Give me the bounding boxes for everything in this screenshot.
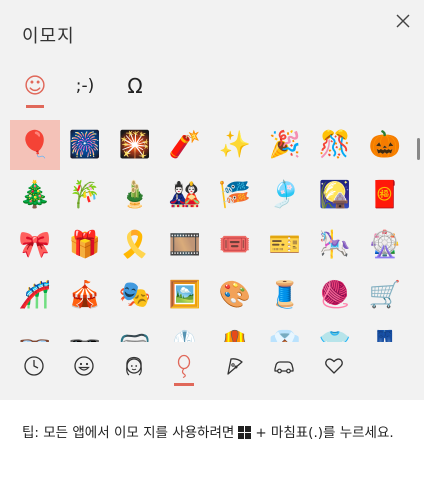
tip-text: 팁: 모든 앱에서 이모 지를 사용하려면 + 마침표(.)를 누르세요. <box>22 422 402 446</box>
emoji-cell[interactable]: 🎆 <box>60 120 110 170</box>
emoji-cell[interactable]: 🥽 <box>110 320 160 342</box>
tab-symbols[interactable]: Ω <box>115 62 155 110</box>
heart-icon <box>325 358 343 374</box>
scrollbar[interactable] <box>417 138 420 160</box>
emoji-cell[interactable]: 🧧 <box>360 170 410 220</box>
emoji-cell[interactable]: 👓 <box>10 320 60 342</box>
emoji-grid: 🎈🎆🎇🧨✨🎉🎊🎃 🎄🎋🎍🎎🎏🎐🎑🧧 🎀🎁🎗️🎞️🎟️🎫🎠🎡 🎢🎪🎭🖼️🎨🧵🧶🛒 👓🕶️🥽… <box>10 120 410 342</box>
person-icon <box>126 356 142 376</box>
category-food[interactable] <box>216 350 252 382</box>
category-people[interactable] <box>116 350 152 382</box>
emoji-cell[interactable]: 🎀 <box>10 220 60 270</box>
emoji-cell[interactable]: 🎊 <box>310 120 360 170</box>
tab-kaomoji[interactable]: ;-) <box>65 62 105 110</box>
emoji-cell[interactable]: 🎃 <box>360 120 410 170</box>
emoji-cell[interactable]: 🎡 <box>360 220 410 270</box>
balloon-icon <box>177 354 191 378</box>
emoji-cell[interactable]: 🎠 <box>310 220 360 270</box>
category-smileys[interactable] <box>66 350 102 382</box>
emoji-cell[interactable]: 🎈 <box>10 120 60 170</box>
emoji-cell[interactable]: 🎄 <box>10 170 60 220</box>
emoji-cell[interactable]: 🎫 <box>260 220 310 270</box>
windows-key-icon <box>238 424 252 446</box>
emoji-tab-icon: ☺ <box>23 73 47 99</box>
emoji-cell[interactable]: 👔 <box>260 320 310 342</box>
emoji-cell[interactable]: 👖 <box>360 320 410 342</box>
tip-prefix: 팁: 모든 앱에서 이모 지를 사용하려면 <box>22 425 235 441</box>
tip-suffix: + 마침표(.)를 누르세요. <box>255 425 394 441</box>
emoji-cell[interactable]: 🎍 <box>110 170 160 220</box>
emoji-cell[interactable]: 🎢 <box>10 270 60 320</box>
category-bar <box>0 342 424 392</box>
emoji-cell[interactable]: 🎐 <box>260 170 310 220</box>
emoji-cell[interactable]: 🛒 <box>360 270 410 320</box>
emoji-cell[interactable]: 🎎 <box>160 170 210 220</box>
emoji-cell[interactable]: 🎭 <box>110 270 160 320</box>
category-symbols[interactable] <box>316 350 352 382</box>
emoji-cell[interactable]: 🧵 <box>260 270 310 320</box>
kaomoji-tab-label: ;-) <box>75 76 95 96</box>
close-icon <box>396 14 410 28</box>
emoji-cell[interactable]: 🎁 <box>60 220 110 270</box>
emoji-cell[interactable]: 🥼 <box>160 320 210 342</box>
emoji-cell[interactable]: 🎗️ <box>110 220 160 270</box>
emoji-cell[interactable]: 🎞️ <box>160 220 210 270</box>
emoji-cell[interactable]: 🎑 <box>310 170 360 220</box>
emoji-cell[interactable]: 🎇 <box>110 120 160 170</box>
emoji-cell[interactable]: ✨ <box>210 120 260 170</box>
tip-footer: 팁: 모든 앱에서 이모 지를 사용하려면 + 마침표(.)를 누르세요. <box>0 400 424 479</box>
window-title: 이모지 <box>22 26 75 47</box>
category-recent[interactable] <box>16 350 52 382</box>
emoji-grid-area: 🎈🎆🎇🧨✨🎉🎊🎃 🎄🎋🎍🎎🎏🎐🎑🧧 🎀🎁🎗️🎞️🎟️🎫🎠🎡 🎢🎪🎭🖼️🎨🧵🧶🛒 👓🕶️🥽… <box>0 118 424 342</box>
category-celebration[interactable] <box>166 350 202 386</box>
emoji-cell[interactable]: 👕 <box>310 320 360 342</box>
emoji-cell[interactable]: 🎏 <box>210 170 260 220</box>
smiley-icon <box>74 356 94 376</box>
emoji-cell[interactable]: 🦺 <box>210 320 260 342</box>
emoji-cell[interactable]: 🖼️ <box>160 270 210 320</box>
emoji-cell[interactable]: 🎟️ <box>210 220 260 270</box>
close-button[interactable] <box>394 12 412 30</box>
emoji-cell[interactable]: 🧶 <box>310 270 360 320</box>
car-icon <box>274 361 294 374</box>
pizza-icon <box>227 358 243 375</box>
symbols-tab-icon: Ω <box>127 74 143 98</box>
emoji-cell[interactable]: 🎋 <box>60 170 110 220</box>
emoji-cell[interactable]: 🎪 <box>60 270 110 320</box>
picker-tabs: ☺ ;-) Ω <box>0 62 424 112</box>
emoji-cell[interactable]: 🎨 <box>210 270 260 320</box>
emoji-cell[interactable]: 🎉 <box>260 120 310 170</box>
emoji-cell[interactable]: 🕶️ <box>60 320 110 342</box>
tab-emoji[interactable]: ☺ <box>15 62 55 110</box>
category-travel[interactable] <box>266 350 302 382</box>
emoji-cell[interactable]: 🧨 <box>160 120 210 170</box>
clock-icon <box>24 356 44 376</box>
